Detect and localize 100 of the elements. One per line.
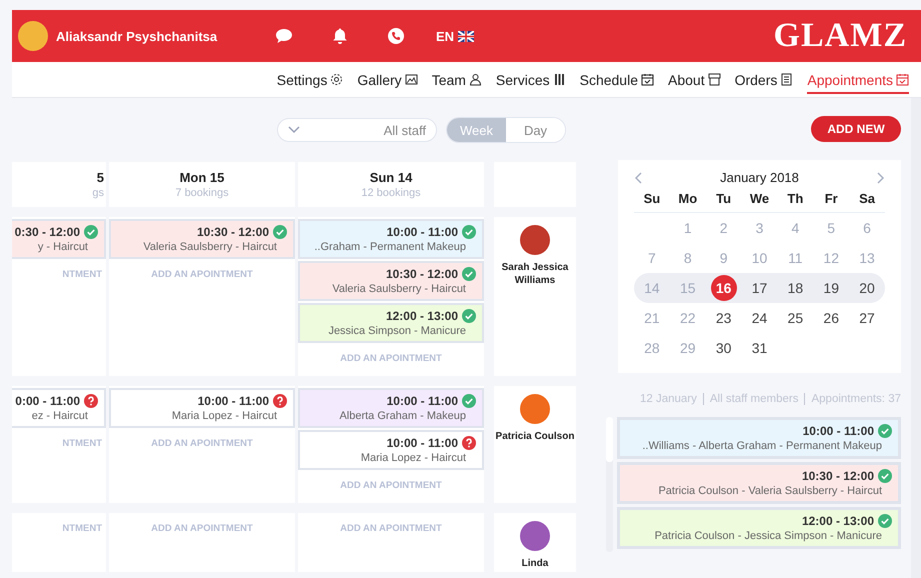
appointment-card[interactable]: 10:00 - 11:00 Maria Lopez - Haircut xyxy=(109,388,295,428)
calendar-day[interactable]: 6 xyxy=(854,215,880,241)
calendar-day[interactable]: 29 xyxy=(674,335,701,361)
calendar-day[interactable]: 4 xyxy=(782,215,808,241)
calendar-day[interactable]: 11 xyxy=(782,245,808,271)
calendar-day[interactable]: 3 xyxy=(746,215,772,241)
calendar-day[interactable]: 30 xyxy=(710,335,737,361)
appointment-card[interactable]: 12:00 - 13:00 Jessica Simpson - Manicure xyxy=(298,303,484,343)
appointment-time: 12:00 - 13:00 xyxy=(802,514,874,528)
appointment-client: Patricia Coulson - Valeria Saulsberry - Haircut xyxy=(657,485,882,497)
calendar-day[interactable]: 17 xyxy=(746,275,772,301)
nav-link[interactable]: Team xyxy=(432,66,482,94)
phone-icon[interactable] xyxy=(387,27,405,45)
appointment-time: 10:30 - 12:00 xyxy=(386,267,458,281)
calendar-day[interactable]: 12 xyxy=(818,245,844,271)
calendar-icon xyxy=(896,73,909,86)
appointment-card[interactable]: 0:30 - 12:00 y - Haircut xyxy=(12,219,106,259)
booking-count: 7 bookings xyxy=(175,187,229,199)
appointment-card[interactable]: 0:00 - 11:00 ez - Haircut xyxy=(12,388,106,428)
appointment-client: ..Graham - Permanent Makeup xyxy=(313,241,466,253)
nav-link[interactable]: Schedule xyxy=(580,66,654,94)
calendar-day[interactable]: 23 xyxy=(710,305,737,331)
appointment-time: 10:00 - 11:00 xyxy=(386,436,458,450)
appointment-card[interactable]: 10:00 - 11:00 Alberta Graham - Makeup xyxy=(298,388,484,428)
nav-link[interactable]: About xyxy=(668,66,721,94)
appointment-card[interactable]: 10:00 - 11:00 Maria Lopez - Haircut xyxy=(298,430,484,470)
weekday-label: Tu xyxy=(706,185,742,213)
calendar-day[interactable]: 1 xyxy=(674,215,701,241)
calendar-day[interactable]: 7 xyxy=(638,245,665,271)
weekday-label: Fr xyxy=(813,185,850,213)
logo[interactable]: GLAMZ xyxy=(774,17,907,55)
gear-icon xyxy=(330,73,344,86)
appointment-card[interactable]: 10:00 - 11:00 ..Graham - Permanent Makeup xyxy=(298,219,484,259)
calendar-day[interactable]: 25 xyxy=(782,305,808,331)
staff-name: Linda xyxy=(522,557,548,570)
booking-count: gs xyxy=(92,187,104,199)
appointment-client: y - Haircut xyxy=(36,241,88,253)
person-icon xyxy=(468,73,482,86)
calendar-day[interactable]: 5 xyxy=(818,215,844,241)
calendar-day[interactable]: 24 xyxy=(746,305,772,331)
appointment-card[interactable]: 10:30 - 12:00 Valeria Saulsberry - Haircut xyxy=(109,219,295,259)
nav-link[interactable]: Services xyxy=(496,66,566,94)
nav-link[interactable]: Appointments xyxy=(807,66,909,94)
appointment-client: Valeria Saulsberry - Haircut xyxy=(331,283,466,295)
nav-link[interactable]: Orders xyxy=(734,66,794,94)
flag-icon[interactable] xyxy=(458,30,474,42)
calendar-day[interactable]: 18 xyxy=(782,275,808,301)
staff-avatar xyxy=(520,394,550,424)
appointment-card[interactable]: 10:00 - 11:00 ..Williams - Alberta Graham - Permanent Makeup xyxy=(617,417,901,459)
nav-link[interactable]: Gallery xyxy=(357,66,418,94)
nav-link[interactable]: Settings xyxy=(276,66,344,94)
weekday-label: Th xyxy=(777,185,814,213)
appointment-time: 10:00 - 11:00 xyxy=(386,225,458,239)
user-avatar[interactable] xyxy=(18,21,48,51)
calendar-day[interactable]: 19 xyxy=(818,275,844,301)
chevron-down-icon xyxy=(288,126,300,134)
calendar-day[interactable]: 26 xyxy=(818,305,844,331)
appointment-time: 10:00 - 11:00 xyxy=(198,394,269,408)
calendar-month: January 2018 xyxy=(720,170,799,185)
calendar-day[interactable]: 21 xyxy=(638,305,665,331)
booking-count: 12 bookings xyxy=(361,187,421,199)
calendar-icon xyxy=(641,73,654,86)
appointment-time: 10:00 - 11:00 xyxy=(802,424,874,438)
staff-name: Patricia Coulson xyxy=(496,430,574,443)
appointment-client: Patricia Coulson - Jessica Simpson - Manicure xyxy=(654,530,882,542)
appointment-client: Maria Lopez - Haircut xyxy=(360,452,466,464)
appointment-card[interactable]: 10:30 - 12:00 Valeria Saulsberry - Haircut xyxy=(298,261,484,301)
appointment-card[interactable]: 10:30 - 12:00 Patricia Coulson - Valeria Saulsberry - Haircut xyxy=(617,462,901,504)
calendar-day[interactable]: 31 xyxy=(746,335,772,361)
bell-icon[interactable] xyxy=(331,27,349,45)
calendar-day[interactable]: 13 xyxy=(854,245,880,271)
appointment-client: Alberta Graham - Makeup xyxy=(338,410,466,422)
weekday-label: Sa xyxy=(849,185,885,213)
calendar-day[interactable]: 27 xyxy=(854,305,880,331)
calendar-day[interactable]: 20 xyxy=(854,275,880,301)
appointment-time: 0:00 - 11:00 xyxy=(15,394,80,408)
weekday-label: Su xyxy=(634,185,670,213)
store-icon xyxy=(708,73,721,86)
calendar-day[interactable]: 16 xyxy=(710,275,737,301)
appointment-card[interactable]: 12:00 - 13:00 Patricia Coulson - Jessica Simpson - Manicure xyxy=(617,507,901,549)
user-name[interactable]: Aliaksandr Psyshchanitsa xyxy=(56,28,256,44)
calendar-day[interactable]: 10 xyxy=(746,245,772,271)
chat-icon[interactable] xyxy=(275,27,293,45)
appointment-client: ..Williams - Alberta Graham - Permanent Makeup xyxy=(641,440,882,452)
staff-name: Sarah Jessica Williams xyxy=(500,261,570,287)
appointment-time: 10:30 - 12:00 xyxy=(196,225,269,239)
calendar-day[interactable]: 22 xyxy=(674,305,701,331)
appointment-time: 0:30 - 12:00 xyxy=(14,225,80,239)
calendar-day[interactable]: 2 xyxy=(710,215,737,241)
language-selector[interactable]: EN xyxy=(436,28,454,44)
day-title: Mon 15 xyxy=(180,170,224,185)
staff-dropdown[interactable]: All staff xyxy=(277,118,437,142)
add-new-button[interactable]: ADD NEW xyxy=(811,116,901,142)
calendar-day[interactable]: 28 xyxy=(638,335,665,361)
calendar-day[interactable]: 9 xyxy=(710,245,737,271)
day-title: Sun 14 xyxy=(370,170,412,185)
staff-avatar xyxy=(520,521,550,551)
calendar-day[interactable]: 8 xyxy=(674,245,701,271)
weekday-label: We xyxy=(742,185,778,213)
appointment-time: 10:30 - 12:00 xyxy=(802,469,874,483)
